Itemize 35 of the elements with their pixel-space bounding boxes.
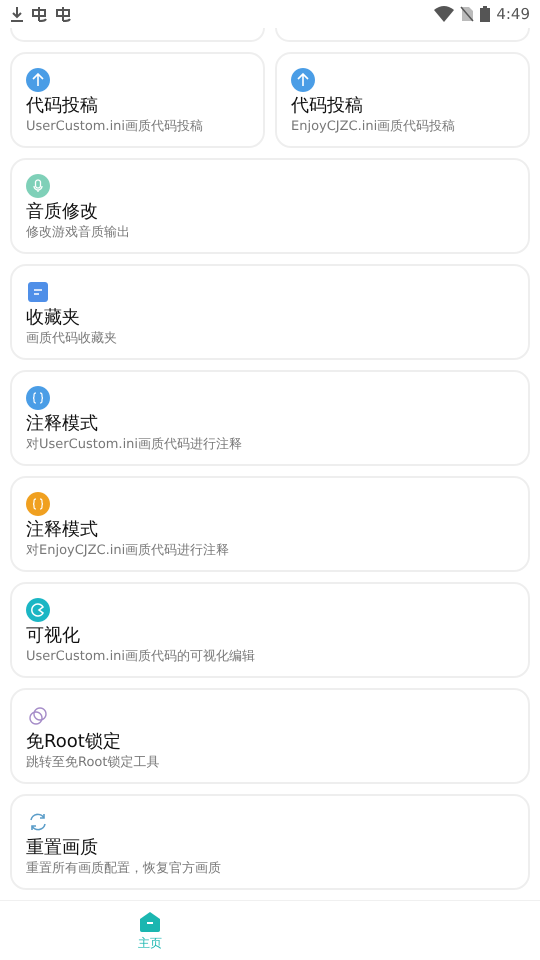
wifi-icon [434, 6, 454, 22]
bug-icon [30, 5, 48, 23]
feature-card[interactable]: 免Root锁定 跳转至免Root锁定工具 [10, 688, 530, 784]
feature-card[interactable]: 注释模式 对UserCustom.ini画质代码进行注释 [10, 370, 530, 466]
card-title: 免Root锁定 [26, 730, 121, 754]
card-title: 重置画质 [26, 836, 98, 860]
feature-card[interactable]: 重置画质 重置所有画质配置，恢复官方画质 [10, 794, 530, 890]
card-subtitle: UserCustom.ini画质代码的可视化编辑 [26, 648, 256, 666]
feature-card[interactable]: 代码投稿 UserCustom.ini画质代码投稿 [10, 52, 265, 148]
card-title: 代码投稿 [291, 94, 363, 118]
feature-card[interactable]: 收藏夹 画质代码收藏夹 [10, 264, 530, 360]
card-title: 音质修改 [26, 200, 98, 224]
no-sim-icon [460, 6, 474, 22]
card-subtitle: 重置所有画质配置，恢复官方画质 [26, 860, 221, 878]
card-subtitle: EnjoyCJZC.ini画质代码投稿 [291, 118, 456, 136]
card-title: 收藏夹 [26, 306, 80, 330]
card-subtitle: UserCustom.ini画质代码投稿 [26, 118, 204, 136]
card-subtitle: 对UserCustom.ini画质代码进行注释 [26, 436, 242, 454]
home-icon [139, 910, 161, 932]
card-title: 注释模式 [26, 518, 98, 542]
battery-icon [480, 6, 490, 22]
card-title: 代码投稿 [26, 94, 98, 118]
card-subtitle: 画质代码收藏夹 [26, 330, 117, 348]
card-subtitle: 跳转至免Root锁定工具 [26, 754, 160, 772]
clock-time: 4:49 [496, 5, 530, 23]
feature-card[interactable]: 代码投稿 EnjoyCJZC.ini画质代码投稿 [275, 52, 530, 148]
feature-card[interactable]: 注释模式 对EnjoyCJZC.ini画质代码进行注释 [10, 476, 530, 572]
bug-icon [54, 5, 72, 23]
card-subtitle: 对EnjoyCJZC.ini画质代码进行注释 [26, 542, 230, 560]
feature-card[interactable]: 音质修改 修改游戏音质输出 [10, 158, 530, 254]
card-subtitle: 修改游戏音质输出 [26, 224, 130, 242]
download-icon [10, 6, 24, 22]
card-title: 可视化 [26, 624, 80, 648]
card-title: 注释模式 [26, 412, 98, 436]
feature-card[interactable]: 可视化 UserCustom.ini画质代码的可视化编辑 [10, 582, 530, 678]
